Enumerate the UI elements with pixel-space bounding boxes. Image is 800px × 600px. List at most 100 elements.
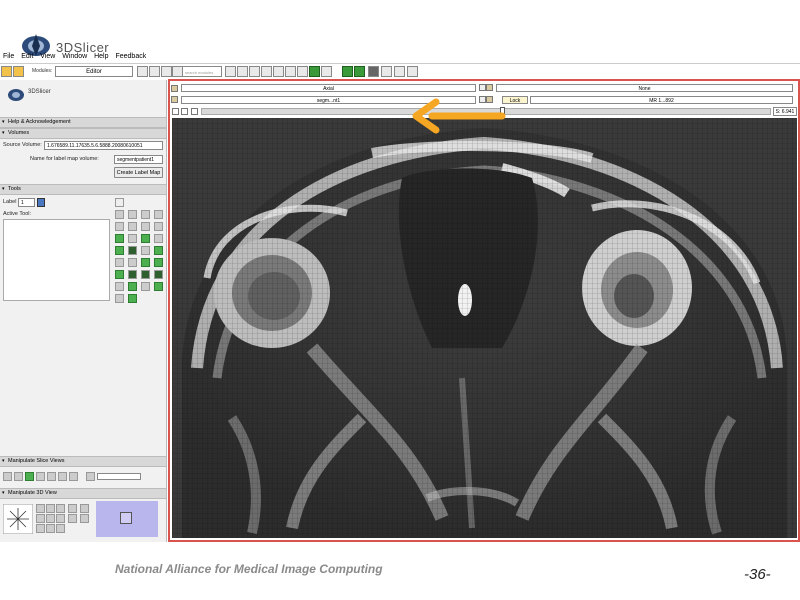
orientation-select[interactable]: Axial: [181, 84, 476, 92]
3d-navigation-widget-icon[interactable]: [3, 504, 33, 534]
3d-view-icon[interactable]: [80, 504, 89, 513]
3d-view-icon[interactable]: [36, 514, 45, 523]
module-history-icon[interactable]: [161, 66, 172, 77]
3d-view-icon[interactable]: [80, 514, 89, 523]
tool-icon[interactable]: [115, 210, 124, 219]
menu-edit[interactable]: Edit: [21, 53, 33, 60]
menu-feedback[interactable]: Feedback: [115, 53, 146, 60]
tool-icon[interactable]: [154, 222, 163, 231]
tool-icon[interactable]: [154, 270, 163, 279]
slice-views-slider[interactable]: [97, 473, 141, 480]
tool-icon[interactable]: [154, 246, 163, 255]
slice-view-icon[interactable]: [47, 472, 56, 481]
slice-view-icon[interactable]: [69, 472, 78, 481]
prev-module-icon[interactable]: [137, 66, 148, 77]
tool-icon[interactable]: [115, 234, 124, 243]
load-scene-icon[interactable]: [1, 66, 12, 77]
tool-icon[interactable]: [141, 234, 150, 243]
section-slice-views[interactable]: Manipulate Slice Views: [0, 456, 166, 467]
layout-8-icon[interactable]: [321, 66, 332, 77]
tool-icon[interactable]: [115, 222, 124, 231]
foreground-select[interactable]: None: [496, 84, 793, 92]
section-help[interactable]: Help & Acknowledgement: [0, 117, 166, 128]
tool-icon[interactable]: [128, 222, 137, 231]
layout-1-icon[interactable]: [237, 66, 248, 77]
3d-view-icon[interactable]: [56, 514, 65, 523]
module-select[interactable]: Editor: [55, 66, 133, 77]
layout-4-icon[interactable]: [273, 66, 284, 77]
place-icon[interactable]: [394, 66, 405, 77]
zoom-icon[interactable]: [225, 66, 236, 77]
undo-icon[interactable]: [342, 66, 353, 77]
3d-view-icon[interactable]: [46, 504, 55, 513]
layout-2-icon[interactable]: [249, 66, 260, 77]
3d-view-thumbnail[interactable]: [96, 501, 158, 537]
label-color-swatch[interactable]: [37, 198, 45, 207]
viewer-menu-icon[interactable]: [191, 108, 198, 115]
source-volume-select[interactable]: 1.676589.11.17635.5.6.5888.20080610051: [44, 141, 163, 150]
layout-5-icon[interactable]: [285, 66, 296, 77]
tool-icon[interactable]: [141, 246, 150, 255]
tool-icon[interactable]: [141, 210, 150, 219]
slice-view-icon[interactable]: [14, 472, 23, 481]
default-tool-icon[interactable]: [115, 198, 124, 207]
3d-view-icon[interactable]: [68, 504, 77, 513]
tool-icon[interactable]: [128, 282, 137, 291]
active-tool-list[interactable]: [3, 219, 110, 301]
transform-icon[interactable]: [407, 66, 418, 77]
labelmap-name-input[interactable]: segmentpatient1: [114, 155, 163, 164]
tool-icon[interactable]: [115, 294, 124, 303]
3d-view-icon[interactable]: [46, 524, 55, 533]
menu-help[interactable]: Help: [94, 53, 108, 60]
3d-view-icon[interactable]: [68, 514, 77, 523]
screenshot-icon[interactable]: [368, 66, 379, 77]
slice-view-icon[interactable]: [3, 472, 12, 481]
background-volume-select[interactable]: MR 1...892: [530, 96, 793, 104]
tool-icon[interactable]: [128, 294, 137, 303]
mri-axial-slice-image[interactable]: [172, 118, 797, 538]
3d-view-icon[interactable]: [56, 524, 65, 533]
save-scene-icon[interactable]: [13, 66, 24, 77]
create-label-map-button[interactable]: Create Label Map: [114, 167, 163, 178]
section-tools[interactable]: Tools: [0, 184, 166, 195]
slice-view-icon[interactable]: [25, 472, 34, 481]
pin-icon[interactable]: [171, 85, 178, 92]
tool-icon[interactable]: [115, 282, 124, 291]
tool-icon[interactable]: [128, 270, 137, 279]
label-value-input[interactable]: 1: [18, 198, 35, 207]
foreground-toggle-icon[interactable]: [479, 84, 486, 91]
3d-view-icon[interactable]: [56, 504, 65, 513]
tool-icon[interactable]: [128, 258, 137, 267]
fiducial-icon[interactable]: [381, 66, 392, 77]
3d-view-icon[interactable]: [46, 514, 55, 523]
menu-file[interactable]: File: [3, 53, 14, 60]
layout-3-icon[interactable]: [261, 66, 272, 77]
3d-view-icon[interactable]: [36, 504, 45, 513]
3d-view-icon[interactable]: [36, 524, 45, 533]
menu-window[interactable]: Window: [62, 53, 87, 60]
redo-icon[interactable]: [354, 66, 365, 77]
tool-icon[interactable]: [154, 210, 163, 219]
tool-icon[interactable]: [128, 234, 137, 243]
tool-icon[interactable]: [115, 246, 124, 255]
tool-icon[interactable]: [128, 210, 137, 219]
tool-icon[interactable]: [141, 282, 150, 291]
section-volumes[interactable]: Volumes: [0, 128, 166, 139]
layout-7-icon[interactable]: [309, 66, 320, 77]
tool-icon[interactable]: [141, 270, 150, 279]
menu-view[interactable]: View: [40, 53, 55, 60]
tool-icon[interactable]: [154, 234, 163, 243]
section-3d-view[interactable]: Manipulate 3D View: [0, 488, 166, 499]
tool-icon[interactable]: [115, 270, 124, 279]
foreground-icon[interactable]: [486, 84, 493, 91]
viewer-link-icon[interactable]: [181, 108, 188, 115]
tool-icon[interactable]: [154, 258, 163, 267]
tool-icon[interactable]: [128, 246, 137, 255]
slice-view-icon[interactable]: [58, 472, 67, 481]
tool-icon[interactable]: [115, 258, 124, 267]
module-search-input[interactable]: search modules: [182, 66, 222, 77]
slice-view-icon[interactable]: [86, 472, 95, 481]
viewer-settings-icon[interactable]: [172, 108, 179, 115]
layout-6-icon[interactable]: [297, 66, 308, 77]
label-layer-icon[interactable]: [171, 96, 178, 103]
